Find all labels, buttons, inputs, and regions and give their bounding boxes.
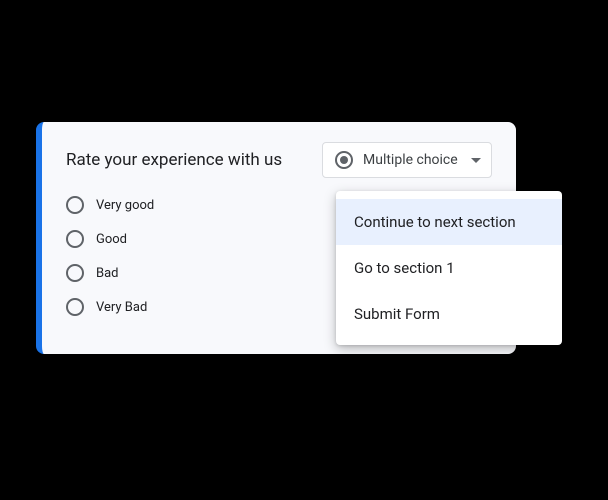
question-type-selector[interactable]: Multiple choice — [322, 142, 492, 178]
section-action-dropdown: Continue to next section Go to section 1… — [336, 191, 562, 345]
chevron-down-icon — [471, 158, 481, 163]
radio-empty-icon — [66, 230, 84, 248]
option-label: Bad — [96, 266, 119, 281]
radio-empty-icon — [66, 264, 84, 282]
dropdown-item-continue[interactable]: Continue to next section — [336, 199, 562, 245]
option-label: Very Bad — [96, 300, 147, 315]
question-header: Rate your experience with us Multiple ch… — [66, 142, 492, 178]
question-type-label: Multiple choice — [363, 152, 461, 168]
radio-empty-icon — [66, 196, 84, 214]
option-label: Very good — [96, 198, 154, 213]
radio-empty-icon — [66, 298, 84, 316]
dropdown-item-submit-form[interactable]: Submit Form — [336, 291, 562, 337]
question-title[interactable]: Rate your experience with us — [66, 150, 282, 170]
dropdown-item-goto-section-1[interactable]: Go to section 1 — [336, 245, 562, 291]
option-label: Good — [96, 232, 127, 247]
radio-filled-icon — [335, 151, 353, 169]
